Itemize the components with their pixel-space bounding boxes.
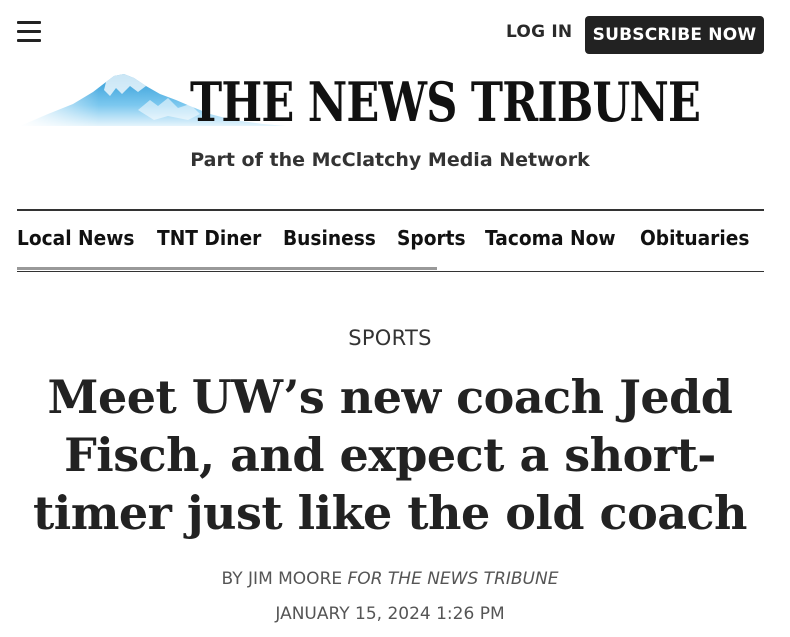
nav-bottom-divider xyxy=(17,271,764,272)
top-bar: LOG IN SUBSCRIBE NOW xyxy=(0,0,790,66)
article-headline: Meet UW’s new coach Jedd Fisch, and expe… xyxy=(32,370,748,540)
logo-wordmark: THE NEWS TRIBUNE xyxy=(190,70,701,134)
byline-publication: FOR THE NEWS TRIBUNE xyxy=(347,569,559,589)
hamburger-menu-icon[interactable] xyxy=(17,21,41,43)
nav-item-tacoma-now[interactable]: Tacoma Now xyxy=(485,226,616,250)
section-nav: Local News TNT Diner Business Sports Tacoma … xyxy=(17,226,764,256)
subscribe-button[interactable]: SUBSCRIBE NOW xyxy=(585,16,764,54)
network-tagline: Part of the McClatchy Media Network xyxy=(190,149,590,171)
article-date: JANUARY 15, 2024 1:26 PM xyxy=(275,604,505,624)
nav-item-sports[interactable]: Sports xyxy=(397,226,466,250)
nav-item-tnt-diner[interactable]: TNT Diner xyxy=(157,226,261,250)
article-section-label[interactable]: SPORTS xyxy=(0,326,780,350)
article-byline: BY JIM MOORE FOR THE NEWS TRIBUNE xyxy=(0,569,780,589)
nav-item-local-news[interactable]: Local News xyxy=(17,226,134,250)
masthead-logo[interactable]: THE NEWS TRIBUNE xyxy=(18,70,768,134)
nav-item-obituaries[interactable]: Obituaries xyxy=(640,226,749,250)
nav-scroll-indicator[interactable] xyxy=(17,267,437,270)
login-link[interactable]: LOG IN xyxy=(506,22,572,42)
nav-item-business[interactable]: Business xyxy=(283,226,376,250)
byline-author[interactable]: BY JIM MOORE xyxy=(222,569,343,589)
nav-top-divider xyxy=(17,209,764,211)
